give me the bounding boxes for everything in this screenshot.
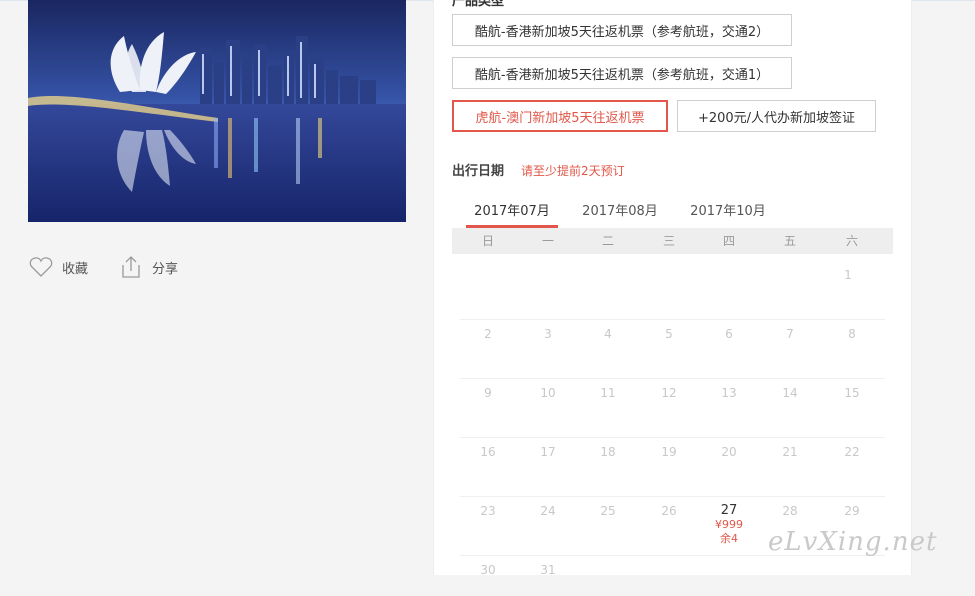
calendar-day: 24 <box>540 504 556 518</box>
calendar-day: 8 <box>848 327 856 341</box>
calendar-day: 1 <box>844 268 852 282</box>
product-option-3[interactable]: 虎航-澳门新加坡5天往返机票 <box>452 100 668 132</box>
booking-panel: 产品类型 酷航-香港新加坡5天往返机票（参考航班，交通2） 酷航-香港新加坡5天… <box>433 0 912 577</box>
product-option-2-label: 酷航-香港新加坡5天往返机票（参考航班，交通1） <box>474 67 770 83</box>
site-watermark: eLvXing.net <box>768 527 938 557</box>
calendar-day: 20 <box>721 445 737 459</box>
tab-month-2017-10[interactable]: 2017年10月 <box>682 198 774 228</box>
calendar-week-4: 16 17 18 19 20 21 22 <box>460 438 885 497</box>
calendar-day: 4 <box>604 327 612 341</box>
calendar-week-2: 2 3 4 5 6 7 8 <box>460 320 885 379</box>
weekday-wed: 三 <box>662 234 675 248</box>
calendar-week-3: 9 10 11 12 13 14 15 <box>460 379 885 438</box>
calendar-day: 26 <box>661 504 677 518</box>
month-tabs: 2017年07月 2017年08月 2017年10月 <box>452 198 893 228</box>
share-button[interactable]: 分享 <box>118 252 178 282</box>
day-remaining-stock: 余4 <box>720 532 738 545</box>
weekday-mon: 一 <box>541 234 554 248</box>
product-option-1[interactable]: 酷航-香港新加坡5天往返机票（参考航班，交通2） <box>452 14 792 46</box>
share-label: 分享 <box>152 261 179 277</box>
product-option-2[interactable]: 酷航-香港新加坡5天往返机票（参考航班，交通1） <box>452 57 792 89</box>
calendar-day: 12 <box>661 386 677 400</box>
calendar-day: 21 <box>782 445 798 459</box>
calendar-day: 16 <box>480 445 496 459</box>
calendar-day: 3 <box>544 327 552 341</box>
day-price: ¥999 <box>715 518 743 531</box>
singapore-skyline-image <box>28 0 406 222</box>
travel-date-title: 出行日期 <box>452 164 505 179</box>
booking-hint: 请至少提前2天预订 <box>521 164 625 178</box>
weekday-sun: 日 <box>481 234 494 248</box>
weekday-fri: 五 <box>783 234 796 248</box>
calendar-day: 6 <box>725 327 733 341</box>
weekday-sat: 六 <box>845 234 858 248</box>
visa-option-label: +200元/人代办新加坡签证 <box>697 110 856 126</box>
calendar-day: 25 <box>600 504 616 518</box>
heart-icon <box>29 257 53 277</box>
available-day-number: 27 <box>720 503 738 518</box>
calendar-day: 23 <box>480 504 496 518</box>
calendar-week-6: 30 31 <box>460 556 885 596</box>
calendar-day: 13 <box>721 386 737 400</box>
calendar-day: 15 <box>844 386 860 400</box>
calendar-day: 28 <box>782 504 798 518</box>
calendar-day: 11 <box>600 386 616 400</box>
calendar-day: 14 <box>782 386 798 400</box>
calendar-day: 18 <box>600 445 616 459</box>
tab-month-2017-08[interactable]: 2017年08月 <box>574 198 666 228</box>
weekday-tue: 二 <box>601 234 614 248</box>
calendar-day: 19 <box>661 445 677 459</box>
calendar-day: 9 <box>484 386 492 400</box>
calendar-day: 5 <box>665 327 673 341</box>
calendar-day-available[interactable]: 27 ¥999 余4 <box>699 503 759 545</box>
share-icon <box>122 256 140 278</box>
calendar-day: 17 <box>540 445 556 459</box>
calendar-week-1: 1 <box>460 254 885 320</box>
product-option-1-label: 酷航-香港新加坡5天往返机票（参考航班，交通2） <box>474 24 770 40</box>
product-type-title: 产品类型 <box>452 0 505 9</box>
product-option-3-label: 虎航-澳门新加坡5天往返机票 <box>475 110 645 126</box>
favorite-label: 收藏 <box>62 261 89 277</box>
tab-month-2017-07[interactable]: 2017年07月 <box>466 198 558 228</box>
favorite-button[interactable]: 收藏 <box>28 252 88 282</box>
product-image <box>28 0 406 222</box>
weekday-header: 日 一 二 三 四 五 六 <box>452 228 893 254</box>
calendar-day: 22 <box>844 445 860 459</box>
calendar-day: 7 <box>786 327 794 341</box>
calendar-day: 10 <box>540 386 556 400</box>
weekday-thu: 四 <box>722 234 735 248</box>
calendar-day: 2 <box>484 327 492 341</box>
calendar-day: 29 <box>844 504 860 518</box>
product-actions: 收藏 分享 <box>28 252 388 282</box>
visa-option[interactable]: +200元/人代办新加坡签证 <box>677 100 876 132</box>
